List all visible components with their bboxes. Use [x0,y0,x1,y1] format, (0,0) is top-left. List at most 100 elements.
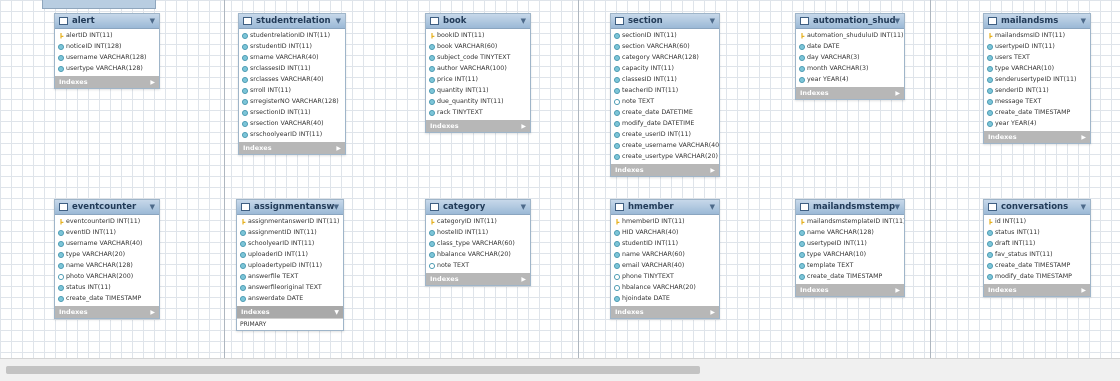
column-row[interactable]: eventID INT(11) [55,227,159,238]
chevron-down-icon[interactable]: ▼ [1081,203,1086,211]
table-header[interactable]: assignmentanswer▼ [237,200,343,215]
column-row[interactable]: name VARCHAR(128) [796,227,904,238]
column-row[interactable]: usertype VARCHAR(128) [55,63,159,74]
table-conversations[interactable]: conversations ▼ id INT(11) status INT(11) dr… [983,199,1091,297]
table-header[interactable]: automation_shudulu▼ [796,14,904,29]
column-row[interactable]: author VARCHAR(100) [426,63,530,74]
chevron-down-icon[interactable]: ▼ [521,17,526,25]
table-alert[interactable]: alert ▼ alertID INT(11) noticeID INT(128) us… [54,13,160,89]
column-row[interactable]: capacity INT(11) [611,63,719,74]
table-mailandsms[interactable]: mailandsms ▼ mailandsmsID INT(11) usertypeI… [983,13,1091,144]
column-row[interactable]: hjoindate DATE [611,293,719,304]
chevron-down-icon[interactable]: ▼ [895,17,900,25]
column-row[interactable]: book VARCHAR(60) [426,41,530,52]
column-row[interactable]: classesID INT(11) [611,74,719,85]
column-row[interactable]: name VARCHAR(60) [611,249,719,260]
indexes-toggle[interactable]: Indexes ▶ [611,306,719,318]
column-row[interactable]: phone TINYTEXT [611,271,719,282]
table-category[interactable]: category ▼ categoryID INT(11) hostelID INT(… [425,199,531,286]
table-header[interactable]: eventcounter ▼ [55,200,159,215]
table-header[interactable]: hmember ▼ [611,200,719,215]
column-row[interactable]: hmemberID INT(11) [611,216,719,227]
table-eventcounter[interactable]: eventcounter ▼ eventcounterID INT(11) event… [54,199,160,319]
column-row[interactable]: srroll INT(11) [239,85,345,96]
index-item[interactable]: PRIMARY [237,318,343,330]
indexes-toggle[interactable]: Indexes ▼ [237,306,343,318]
column-row[interactable]: studentrelationID INT(11) [239,30,345,41]
column-row[interactable]: day VARCHAR(3) [796,52,904,63]
column-row[interactable]: create_usertype VARCHAR(20) [611,151,719,162]
indexes-toggle[interactable]: Indexes ▶ [984,131,1090,143]
table-header[interactable]: studentrelation ▼ [239,14,345,29]
chevron-down-icon[interactable]: ▼ [336,17,341,25]
column-row[interactable]: status INT(11) [984,227,1090,238]
column-row[interactable]: srsection VARCHAR(40) [239,118,345,129]
column-row[interactable]: answerfile TEXT [237,271,343,282]
column-row[interactable]: assignmentID INT(11) [237,227,343,238]
column-row[interactable]: uploadertypeID INT(11) [237,260,343,271]
indexes-toggle[interactable]: Indexes ▶ [796,284,904,296]
column-row[interactable]: type VARCHAR(10) [796,249,904,260]
column-row[interactable]: section VARCHAR(60) [611,41,719,52]
column-row[interactable]: srclasses VARCHAR(40) [239,74,345,85]
column-row[interactable]: HID VARCHAR(40) [611,227,719,238]
column-row[interactable]: status INT(11) [55,282,159,293]
column-row[interactable]: id INT(11) [984,216,1090,227]
column-row[interactable]: eventcounterID INT(11) [55,216,159,227]
column-row[interactable]: photo VARCHAR(200) [55,271,159,282]
column-row[interactable]: noticeID INT(128) [55,41,159,52]
column-row[interactable]: subject_code TINYTEXT [426,52,530,63]
indexes-toggle[interactable]: Indexes ▶ [55,306,159,318]
column-row[interactable]: category VARCHAR(128) [611,52,719,63]
column-row[interactable]: date DATE [796,41,904,52]
column-row[interactable]: create_date TIMESTAMP [55,293,159,304]
column-row[interactable]: year YEAR(4) [796,74,904,85]
diagram-canvas[interactable]: alert ▼ alertID INT(11) noticeID INT(128) us… [0,0,1120,358]
column-row[interactable]: username VARCHAR(128) [55,52,159,63]
indexes-toggle[interactable]: Indexes ▶ [426,273,530,285]
column-row[interactable]: create_username VARCHAR(40) [611,140,719,151]
column-row[interactable]: alertID INT(11) [55,30,159,41]
column-row[interactable]: usertypeID INT(11) [796,238,904,249]
column-row[interactable]: name VARCHAR(128) [55,260,159,271]
table-studentrelation[interactable]: studentrelation ▼ studentrelationID INT(11… [238,13,346,155]
column-row[interactable]: message TEXT [984,96,1090,107]
column-row[interactable]: bookID INT(11) [426,30,530,41]
indexes-toggle[interactable]: Indexes ▶ [239,142,345,154]
column-row[interactable]: senderID INT(11) [984,85,1090,96]
chevron-down-icon[interactable]: ▼ [1081,17,1086,25]
column-row[interactable]: srregisterNO VARCHAR(128) [239,96,345,107]
column-row[interactable]: teacherID INT(11) [611,85,719,96]
scrollbar-thumb[interactable] [6,366,700,374]
column-row[interactable]: automation_shuduluID INT(11) [796,30,904,41]
column-row[interactable]: mailandsmstemplateID INT(11) [796,216,904,227]
column-row[interactable]: uploaderID INT(11) [237,249,343,260]
column-row[interactable]: srstudentID INT(11) [239,41,345,52]
column-row[interactable]: sectionID INT(11) [611,30,719,41]
table-header[interactable]: mailandsmstemplate▼ [796,200,904,215]
table-assignmentanswer[interactable]: assignmentanswer▼assignmentanswerID INT(… [236,199,344,331]
table-header[interactable]: book ▼ [426,14,530,29]
column-row[interactable]: rack TINYTEXT [426,107,530,118]
column-row[interactable]: create_userID INT(11) [611,129,719,140]
column-row[interactable]: draft INT(11) [984,238,1090,249]
column-row[interactable]: year YEAR(4) [984,118,1090,129]
column-row[interactable]: create_date TIMESTAMP [984,260,1090,271]
indexes-toggle[interactable]: Indexes ▶ [55,76,159,88]
column-row[interactable]: modify_date DATETIME [611,118,719,129]
chevron-down-icon[interactable]: ▼ [710,17,715,25]
table-header[interactable]: alert ▼ [55,14,159,29]
column-row[interactable]: class_type VARCHAR(60) [426,238,530,249]
table-header[interactable]: section ▼ [611,14,719,29]
chevron-down-icon[interactable]: ▼ [150,203,155,211]
column-row[interactable]: note TEXT [611,96,719,107]
column-row[interactable]: type VARCHAR(10) [984,63,1090,74]
column-row[interactable]: month VARCHAR(3) [796,63,904,74]
table-mailandsmstemplate[interactable]: mailandsmstemplate▼mailandsmstemplateID … [795,199,905,297]
column-row[interactable]: srclassesID INT(11) [239,63,345,74]
column-row[interactable]: type VARCHAR(20) [55,249,159,260]
chevron-down-icon[interactable]: ▼ [334,203,339,211]
column-row[interactable]: quantity INT(11) [426,85,530,96]
column-row[interactable]: due_quantity INT(11) [426,96,530,107]
column-row[interactable]: srsectionID INT(11) [239,107,345,118]
